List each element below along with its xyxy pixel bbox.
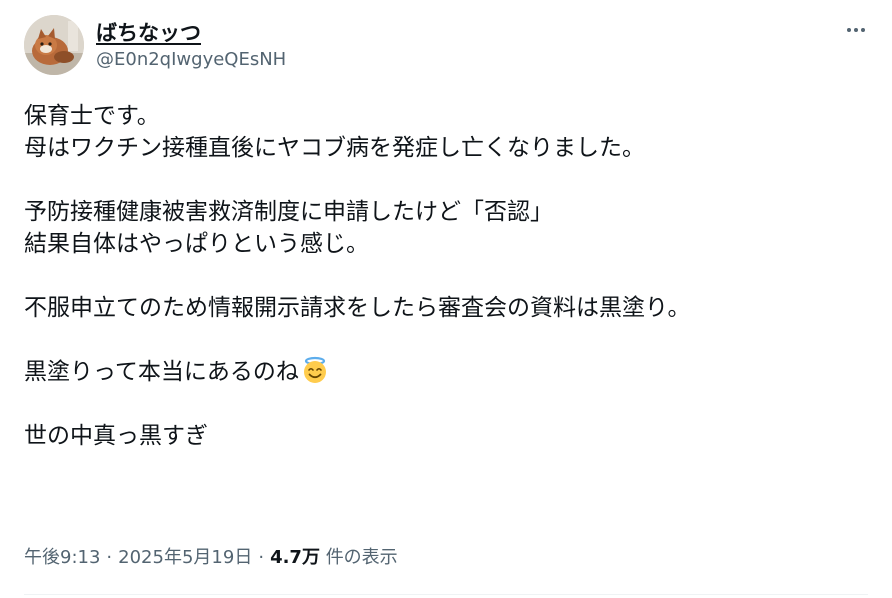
author-display-name[interactable]: ばちなッつ [96, 17, 201, 47]
avatar[interactable] [24, 15, 84, 75]
tweet-line: 予防接種健康被害救済制度に申請したけど「否認」 [24, 199, 553, 225]
meta-separator: · [258, 547, 265, 568]
author-handle[interactable]: @E0n2qIwgyeQEsNH [96, 49, 286, 70]
tweet-line-text: 黒塗りって本当にあるのね [24, 359, 299, 385]
more-options-button[interactable] [842, 18, 870, 42]
cat-avatar-icon [24, 15, 84, 75]
tweet-line: 不服申立てのため情報開示請求をしたら審査会の資料は黒塗り。 [24, 295, 691, 321]
tweet-date: 2025年5月19日 [118, 547, 253, 568]
tweet-line-with-emoji: 黒塗りって本当にあるのね [24, 356, 864, 388]
divider [24, 594, 868, 595]
tweet-meta: 午後9:13 · 2025年5月19日 · 4.7万 件の表示 [24, 543, 398, 569]
views-count: 4.7万 [270, 547, 320, 568]
tweet-line: 母はワクチン接種直後にヤコブ病を発症し亡くなりました。 [24, 135, 645, 161]
tweet-text: 保育士です。 母はワクチン接種直後にヤコブ病を発症し亡くなりました。 予防接種健… [24, 100, 864, 452]
tweet-line: 結果自体はやっぱりという感じ。 [24, 231, 369, 257]
tweet-card: ばちなッつ @E0n2qIwgyeQEsNH 保育士です。 母はワクチン接種直後… [0, 0, 892, 598]
smiling-face-with-halo-icon [301, 356, 329, 384]
tweet-line: 世の中真っ黒すぎ [24, 423, 208, 449]
more-horizontal-icon [847, 28, 851, 32]
tweet-time: 午後9:13 [24, 547, 101, 568]
tweet-time-link[interactable]: 午後9:13 · 2025年5月19日 [24, 547, 252, 568]
tweet-line: 保育士です。 [24, 103, 160, 129]
meta-separator: · [106, 547, 113, 568]
views-label: 件の表示 [325, 547, 398, 568]
